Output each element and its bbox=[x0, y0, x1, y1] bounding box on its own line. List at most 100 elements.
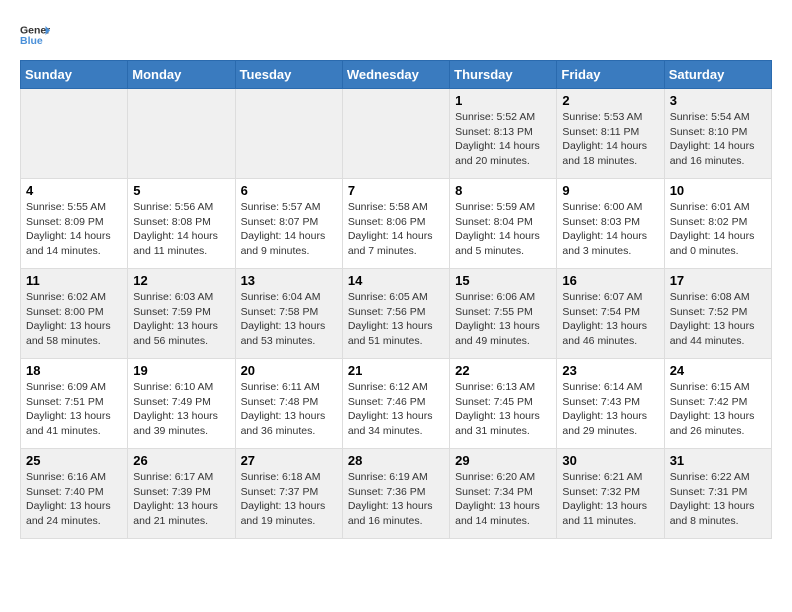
day-info: Sunrise: 5:56 AM Sunset: 8:08 PM Dayligh… bbox=[133, 200, 229, 259]
calendar-cell: 27 Sunrise: 6:18 AM Sunset: 7:37 PM Dayli… bbox=[235, 449, 342, 539]
calendar-cell: 9 Sunrise: 6:00 AM Sunset: 8:03 PM Daylig… bbox=[557, 179, 664, 269]
calendar-cell: 13Sunrise: 6:04 AM Sunset: 7:58 PM Dayli… bbox=[235, 269, 342, 359]
day-info: Sunrise: 6:04 AM Sunset: 7:58 PM Dayligh… bbox=[241, 290, 337, 349]
calendar-cell: 31 Sunrise: 6:22 AM Sunset: 7:31 PM Dayli… bbox=[664, 449, 771, 539]
calendar-cell: 30Sunrise: 6:21 AM Sunset: 7:32 PM Dayli… bbox=[557, 449, 664, 539]
calendar-cell: 21Sunrise: 6:12 AM Sunset: 7:46 PM Dayli… bbox=[342, 359, 449, 449]
day-number: 10 bbox=[670, 183, 766, 198]
day-number: 17 bbox=[670, 273, 766, 288]
day-number: 1 bbox=[455, 93, 551, 108]
day-number: 19 bbox=[133, 363, 229, 378]
calendar-week-row: 25 Sunrise: 6:16 AM Sunset: 7:40 PM Dayli… bbox=[21, 449, 772, 539]
day-number: 29 bbox=[455, 453, 551, 468]
page-header: General Blue bbox=[20, 20, 772, 50]
weekday-header: Wednesday bbox=[342, 61, 449, 89]
day-info: Sunrise: 6:22 AM Sunset: 7:31 PM Dayligh… bbox=[670, 470, 766, 529]
day-info: Sunrise: 6:00 AM Sunset: 8:03 PM Dayligh… bbox=[562, 200, 658, 259]
calendar-cell bbox=[342, 89, 449, 179]
calendar-cell: 28Sunrise: 6:19 AM Sunset: 7:36 PM Dayli… bbox=[342, 449, 449, 539]
day-info: Sunrise: 6:20 AM Sunset: 7:34 PM Dayligh… bbox=[455, 470, 551, 529]
day-number: 9 bbox=[562, 183, 658, 198]
calendar-cell: 12 Sunrise: 6:03 AM Sunset: 7:59 PM Dayli… bbox=[128, 269, 235, 359]
day-info: Sunrise: 6:03 AM Sunset: 7:59 PM Dayligh… bbox=[133, 290, 229, 349]
calendar-week-row: 1 Sunrise: 5:52 AM Sunset: 8:13 PM Daylig… bbox=[21, 89, 772, 179]
day-info: Sunrise: 5:52 AM Sunset: 8:13 PM Dayligh… bbox=[455, 110, 551, 169]
day-number: 27 bbox=[241, 453, 337, 468]
calendar-week-row: 4 Sunrise: 5:55 AM Sunset: 8:09 PM Daylig… bbox=[21, 179, 772, 269]
day-info: Sunrise: 6:12 AM Sunset: 7:46 PM Dayligh… bbox=[348, 380, 444, 439]
day-info: Sunrise: 6:18 AM Sunset: 7:37 PM Dayligh… bbox=[241, 470, 337, 529]
calendar-week-row: 11Sunrise: 6:02 AM Sunset: 8:00 PM Dayli… bbox=[21, 269, 772, 359]
calendar-cell bbox=[21, 89, 128, 179]
weekday-header: Monday bbox=[128, 61, 235, 89]
calendar-cell: 19Sunrise: 6:10 AM Sunset: 7:49 PM Dayli… bbox=[128, 359, 235, 449]
day-info: Sunrise: 5:53 AM Sunset: 8:11 PM Dayligh… bbox=[562, 110, 658, 169]
day-info: Sunrise: 6:13 AM Sunset: 7:45 PM Dayligh… bbox=[455, 380, 551, 439]
calendar-cell: 16Sunrise: 6:07 AM Sunset: 7:54 PM Dayli… bbox=[557, 269, 664, 359]
day-number: 22 bbox=[455, 363, 551, 378]
day-info: Sunrise: 5:57 AM Sunset: 8:07 PM Dayligh… bbox=[241, 200, 337, 259]
calendar-cell: 5 Sunrise: 5:56 AM Sunset: 8:08 PM Daylig… bbox=[128, 179, 235, 269]
day-info: Sunrise: 6:21 AM Sunset: 7:32 PM Dayligh… bbox=[562, 470, 658, 529]
day-number: 24 bbox=[670, 363, 766, 378]
calendar-cell: 15Sunrise: 6:06 AM Sunset: 7:55 PM Dayli… bbox=[450, 269, 557, 359]
day-info: Sunrise: 5:58 AM Sunset: 8:06 PM Dayligh… bbox=[348, 200, 444, 259]
day-info: Sunrise: 5:55 AM Sunset: 8:09 PM Dayligh… bbox=[26, 200, 122, 259]
calendar-cell: 23Sunrise: 6:14 AM Sunset: 7:43 PM Dayli… bbox=[557, 359, 664, 449]
calendar-cell: 25 Sunrise: 6:16 AM Sunset: 7:40 PM Dayli… bbox=[21, 449, 128, 539]
weekday-header: Thursday bbox=[450, 61, 557, 89]
calendar-cell bbox=[128, 89, 235, 179]
day-info: Sunrise: 6:11 AM Sunset: 7:48 PM Dayligh… bbox=[241, 380, 337, 439]
calendar-cell: 17 Sunrise: 6:08 AM Sunset: 7:52 PM Dayli… bbox=[664, 269, 771, 359]
calendar-cell: 8Sunrise: 5:59 AM Sunset: 8:04 PM Daylig… bbox=[450, 179, 557, 269]
calendar-cell: 6 Sunrise: 5:57 AM Sunset: 8:07 PM Daylig… bbox=[235, 179, 342, 269]
day-number: 28 bbox=[348, 453, 444, 468]
day-number: 14 bbox=[348, 273, 444, 288]
day-number: 8 bbox=[455, 183, 551, 198]
day-number: 4 bbox=[26, 183, 122, 198]
svg-text:Blue: Blue bbox=[20, 35, 43, 47]
calendar-week-row: 18 Sunrise: 6:09 AM Sunset: 7:51 PM Dayli… bbox=[21, 359, 772, 449]
day-info: Sunrise: 6:08 AM Sunset: 7:52 PM Dayligh… bbox=[670, 290, 766, 349]
calendar-cell: 26 Sunrise: 6:17 AM Sunset: 7:39 PM Dayli… bbox=[128, 449, 235, 539]
calendar-cell: 11Sunrise: 6:02 AM Sunset: 8:00 PM Dayli… bbox=[21, 269, 128, 359]
day-number: 12 bbox=[133, 273, 229, 288]
day-number: 2 bbox=[562, 93, 658, 108]
day-number: 7 bbox=[348, 183, 444, 198]
calendar-cell: 4 Sunrise: 5:55 AM Sunset: 8:09 PM Daylig… bbox=[21, 179, 128, 269]
day-info: Sunrise: 6:17 AM Sunset: 7:39 PM Dayligh… bbox=[133, 470, 229, 529]
day-number: 31 bbox=[670, 453, 766, 468]
weekday-header: Friday bbox=[557, 61, 664, 89]
day-info: Sunrise: 6:09 AM Sunset: 7:51 PM Dayligh… bbox=[26, 380, 122, 439]
day-info: Sunrise: 6:01 AM Sunset: 8:02 PM Dayligh… bbox=[670, 200, 766, 259]
day-info: Sunrise: 6:06 AM Sunset: 7:55 PM Dayligh… bbox=[455, 290, 551, 349]
weekday-header: Saturday bbox=[664, 61, 771, 89]
calendar-cell: 7 Sunrise: 5:58 AM Sunset: 8:06 PM Daylig… bbox=[342, 179, 449, 269]
day-number: 18 bbox=[26, 363, 122, 378]
weekday-header: Tuesday bbox=[235, 61, 342, 89]
day-number: 5 bbox=[133, 183, 229, 198]
logo: General Blue bbox=[20, 20, 54, 50]
calendar-cell: 2 Sunrise: 5:53 AM Sunset: 8:11 PM Daylig… bbox=[557, 89, 664, 179]
day-number: 16 bbox=[562, 273, 658, 288]
calendar-cell bbox=[235, 89, 342, 179]
calendar-cell: 24 Sunrise: 6:15 AM Sunset: 7:42 PM Dayli… bbox=[664, 359, 771, 449]
day-number: 6 bbox=[241, 183, 337, 198]
weekday-header-row: SundayMondayTuesdayWednesdayThursdayFrid… bbox=[21, 61, 772, 89]
calendar-table: SundayMondayTuesdayWednesdayThursdayFrid… bbox=[20, 60, 772, 539]
calendar-cell: 3 Sunrise: 5:54 AM Sunset: 8:10 PM Daylig… bbox=[664, 89, 771, 179]
day-number: 25 bbox=[26, 453, 122, 468]
day-info: Sunrise: 6:16 AM Sunset: 7:40 PM Dayligh… bbox=[26, 470, 122, 529]
day-number: 26 bbox=[133, 453, 229, 468]
calendar-cell: 1 Sunrise: 5:52 AM Sunset: 8:13 PM Daylig… bbox=[450, 89, 557, 179]
day-number: 20 bbox=[241, 363, 337, 378]
calendar-cell: 22 Sunrise: 6:13 AM Sunset: 7:45 PM Dayli… bbox=[450, 359, 557, 449]
day-info: Sunrise: 6:14 AM Sunset: 7:43 PM Dayligh… bbox=[562, 380, 658, 439]
day-info: Sunrise: 6:15 AM Sunset: 7:42 PM Dayligh… bbox=[670, 380, 766, 439]
day-info: Sunrise: 5:54 AM Sunset: 8:10 PM Dayligh… bbox=[670, 110, 766, 169]
calendar-cell: 10 Sunrise: 6:01 AM Sunset: 8:02 PM Dayli… bbox=[664, 179, 771, 269]
day-number: 3 bbox=[670, 93, 766, 108]
logo-icon: General Blue bbox=[20, 20, 50, 50]
day-number: 11 bbox=[26, 273, 122, 288]
calendar-cell: 18 Sunrise: 6:09 AM Sunset: 7:51 PM Dayli… bbox=[21, 359, 128, 449]
